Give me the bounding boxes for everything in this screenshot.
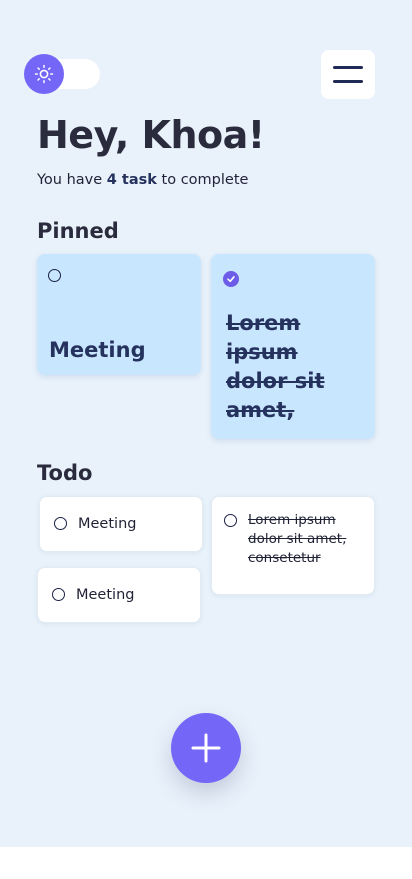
pinned-task-label: Lorem ipsum dolor sit amet, (226, 311, 325, 422)
task-checkbox[interactable] (224, 514, 237, 527)
task-summary: You have 4 task to complete (37, 172, 248, 188)
theme-toggle[interactable] (24, 54, 100, 94)
app-screen: Hey, Khoa! You have 4 task to complete P… (0, 0, 412, 847)
plus-icon (191, 733, 221, 763)
summary-prefix: You have (37, 172, 107, 188)
pinned-card[interactable]: Meeting (37, 254, 201, 375)
task-checkbox[interactable] (48, 269, 61, 282)
task-count: 4 task (106, 172, 157, 188)
todo-task-label: Lorem ipsum dolor sit amet, consetetur (248, 512, 347, 566)
todo-card[interactable]: Meeting (37, 567, 201, 623)
task-checkbox[interactable] (52, 588, 65, 601)
menu-button[interactable] (321, 50, 375, 99)
todo-card[interactable]: Lorem ipsum dolor sit amet, consetetur (211, 496, 375, 595)
task-checkbox[interactable] (54, 517, 67, 530)
check-icon (227, 275, 235, 283)
summary-suffix: to complete (156, 172, 249, 188)
todo-section-title: Todo (37, 461, 93, 485)
todo-task-label: Meeting (76, 587, 135, 603)
pinned-task-label: Meeting (49, 338, 146, 362)
greeting-title: Hey, Khoa! (37, 113, 265, 157)
pinned-card[interactable]: Lorem ipsum dolor sit amet, (211, 254, 375, 439)
todo-task-label: Meeting (78, 516, 137, 532)
toggle-knob[interactable] (24, 54, 64, 94)
task-checkbox-checked[interactable] (223, 271, 239, 287)
add-task-button[interactable] (171, 713, 241, 783)
sun-icon (34, 64, 54, 84)
pinned-section-title: Pinned (37, 219, 119, 243)
todo-card[interactable]: Meeting (39, 496, 203, 552)
hamburger-menu-icon (333, 65, 363, 83)
